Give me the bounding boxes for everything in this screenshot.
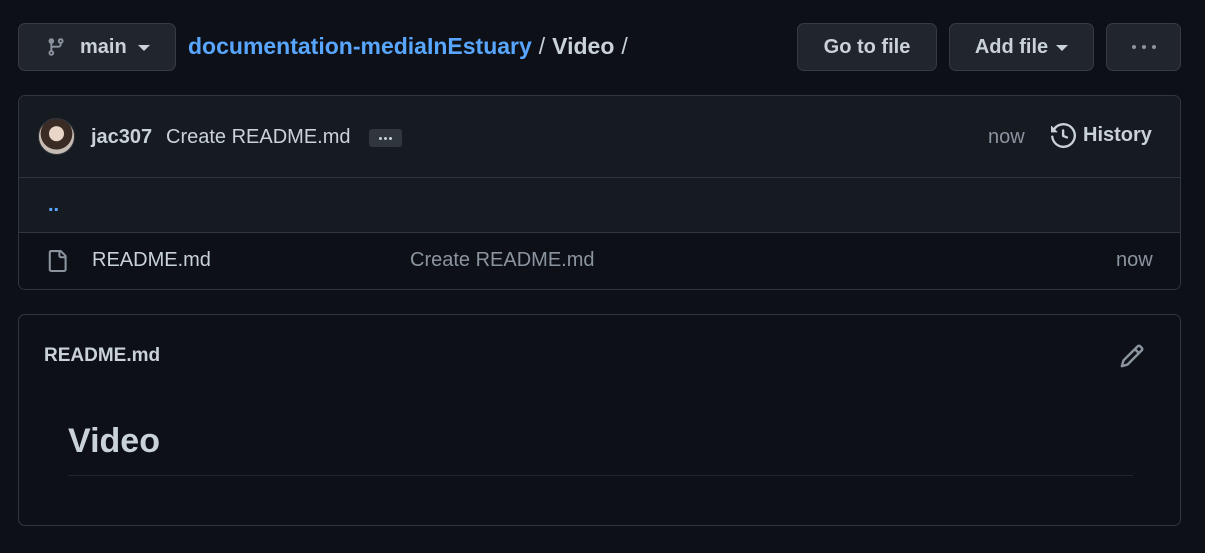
history-icon <box>1051 123 1076 148</box>
kebab-horizontal-icon <box>1131 45 1156 49</box>
git-branch-icon <box>48 38 64 56</box>
table-row[interactable]: README.md Create README.md now <box>19 233 1180 289</box>
breadcrumb: documentation-mediaInEstuary / Video / <box>188 33 635 60</box>
file-name-link[interactable]: README.md <box>92 249 211 272</box>
commit-time: now <box>988 126 1025 148</box>
branch-selector-button[interactable]: main <box>18 23 176 71</box>
file-icon <box>48 250 67 272</box>
avatar[interactable] <box>38 118 75 155</box>
commit-message-link[interactable]: Create README.md <box>166 126 351 149</box>
readme-panel: README.md Video <box>18 314 1181 526</box>
more-options-button[interactable] <box>1106 23 1181 71</box>
heading-divider <box>68 475 1133 476</box>
file-time: now <box>1116 249 1153 271</box>
breadcrumb-current-dir: Video <box>552 33 615 59</box>
breadcrumb-separator: / <box>538 33 546 59</box>
chevron-down-icon <box>1056 45 1069 51</box>
readme-heading: Video <box>68 422 160 460</box>
commit-expand-button[interactable] <box>369 129 402 147</box>
go-to-file-button[interactable]: Go to file <box>797 23 937 71</box>
pencil-icon[interactable] <box>1119 343 1145 369</box>
readme-title: README.md <box>44 345 161 366</box>
parent-directory-link[interactable]: .. <box>48 194 59 217</box>
commit-author-link[interactable]: jac307 <box>91 126 152 149</box>
chevron-down-icon <box>137 45 150 51</box>
file-browser: jac307 Create README.md now History .. R… <box>18 95 1181 290</box>
history-link[interactable]: History <box>1051 123 1152 148</box>
breadcrumb-repo-link[interactable]: documentation-mediaInEstuary <box>188 33 532 60</box>
breadcrumb-trailing-separator: / <box>621 33 628 59</box>
file-commit-link[interactable]: Create README.md <box>410 249 595 272</box>
add-file-label: Add file <box>974 35 1049 58</box>
branch-name: main <box>80 35 127 58</box>
history-label: History <box>1083 124 1152 146</box>
parent-directory-row[interactable]: .. <box>19 178 1180 233</box>
add-file-button[interactable]: Add file <box>949 23 1094 71</box>
latest-commit-row: jac307 Create README.md now History <box>19 96 1180 178</box>
